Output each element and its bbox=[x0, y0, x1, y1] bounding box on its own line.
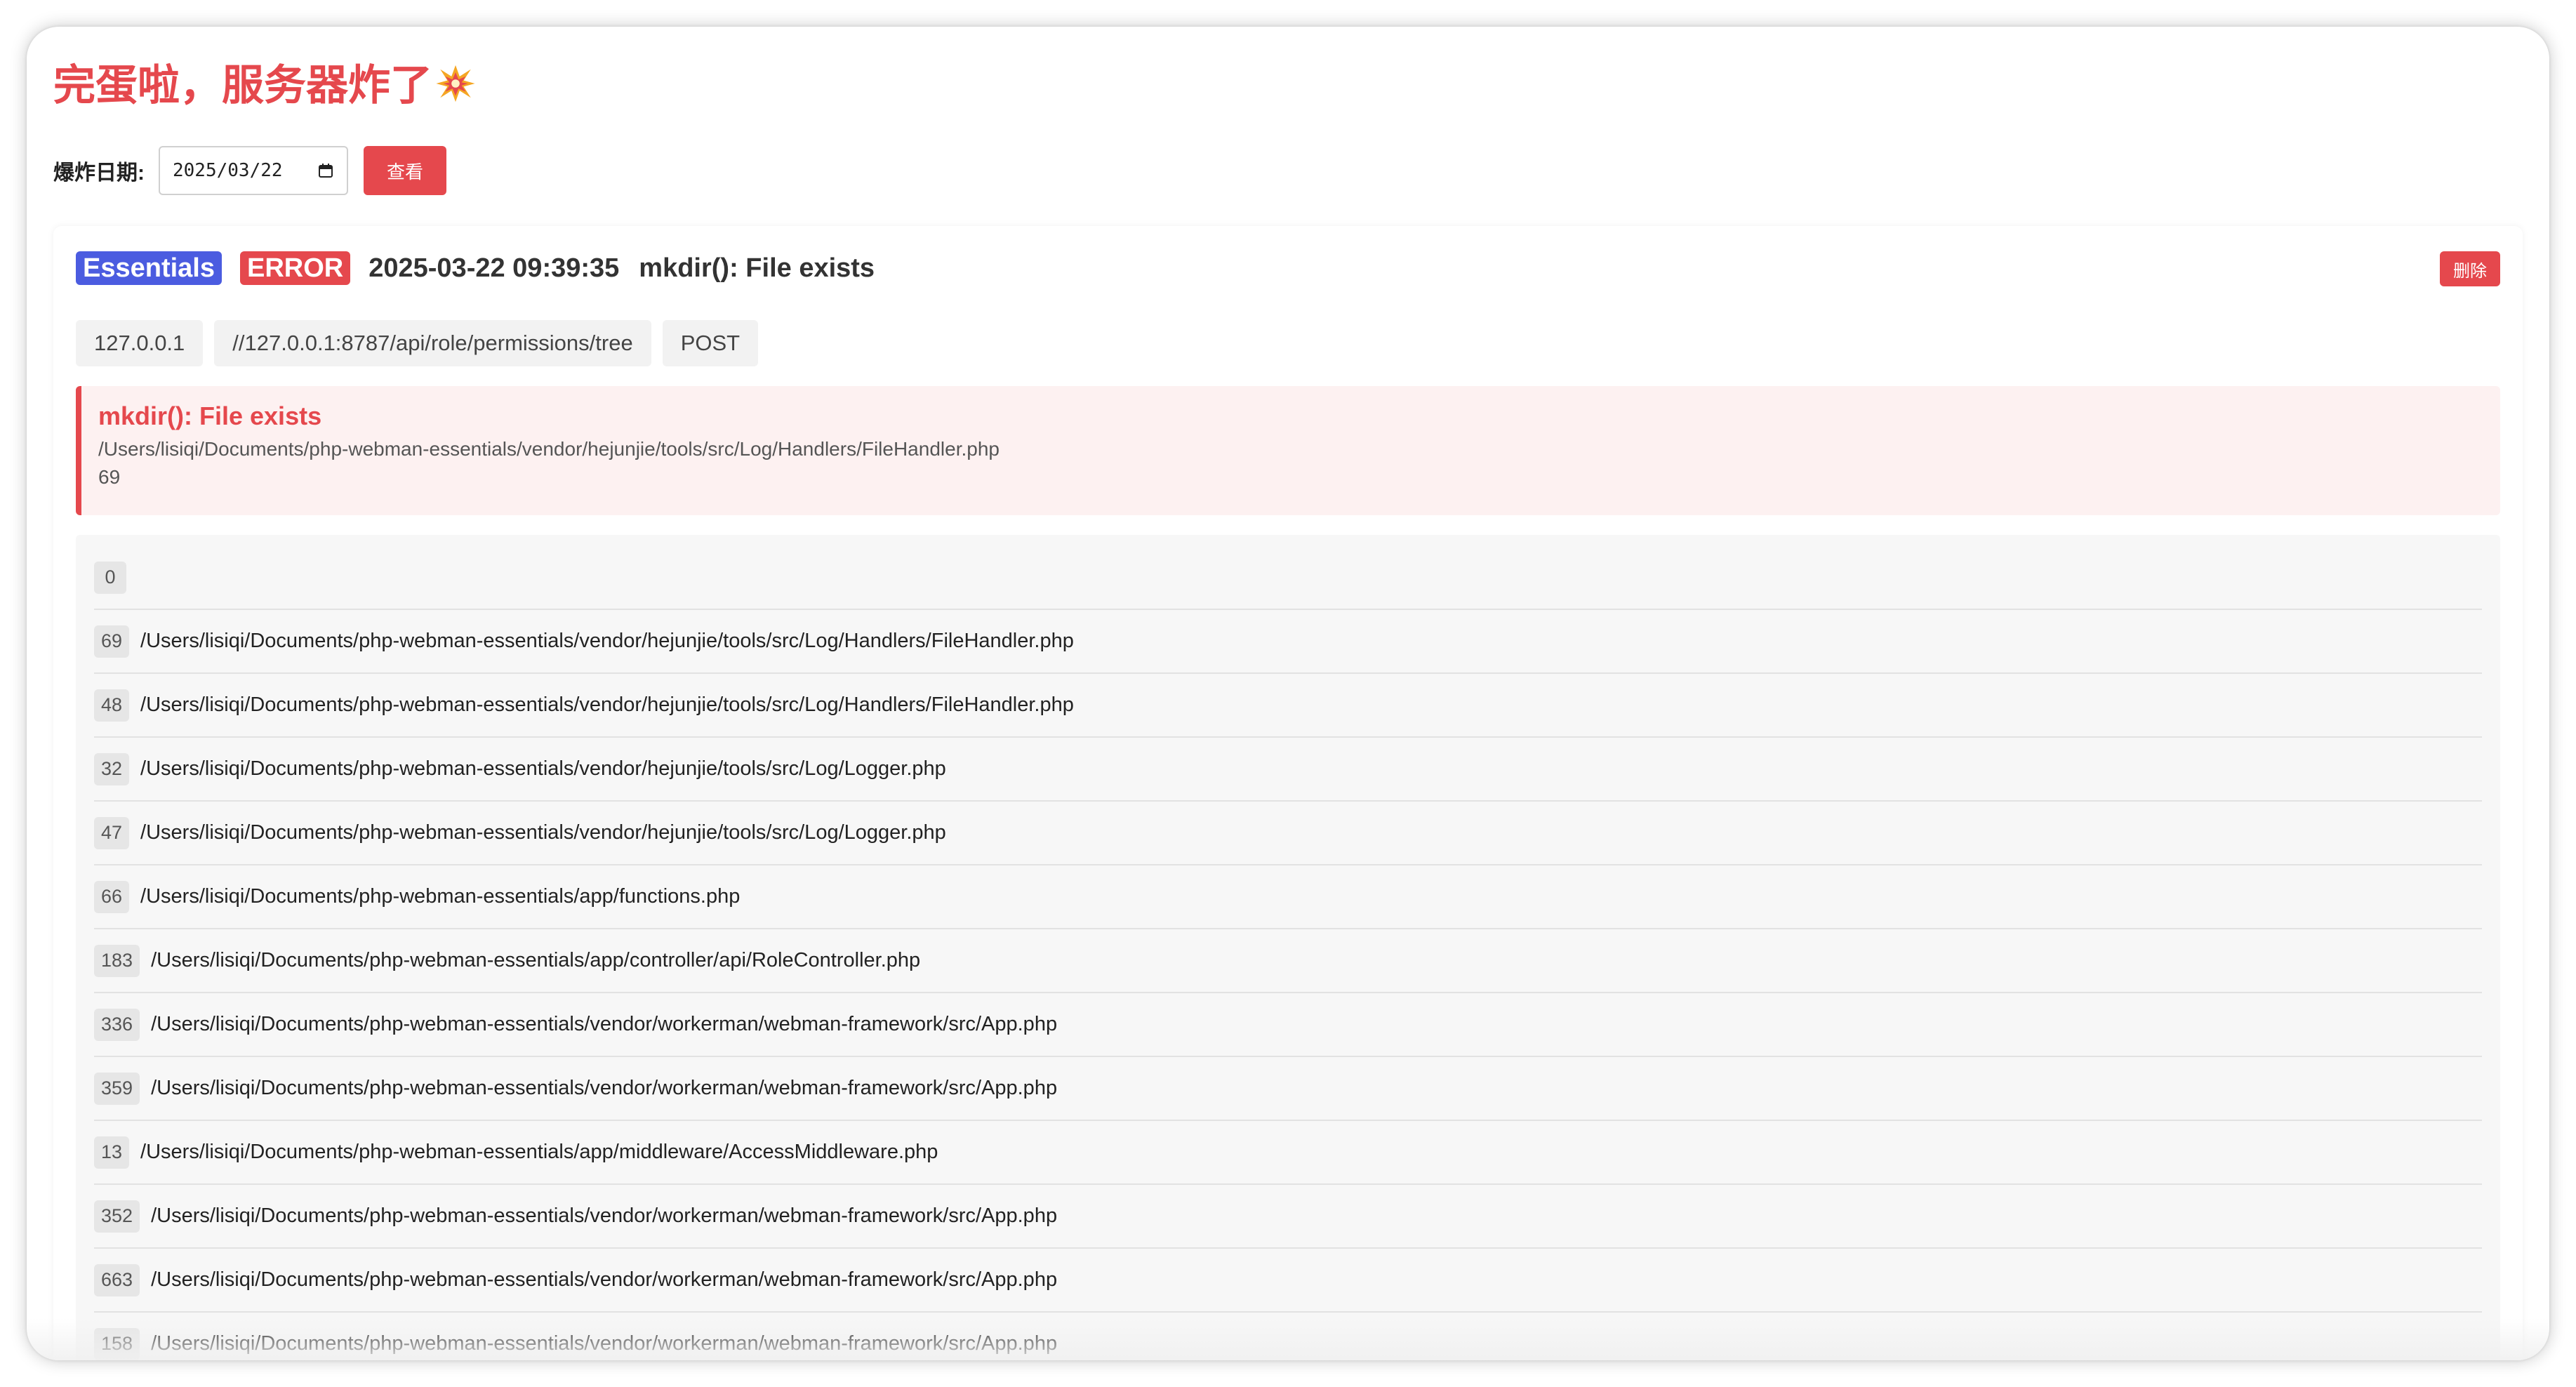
error-title: mkdir(): File exists bbox=[98, 401, 322, 430]
log-message: mkdir(): File exists bbox=[639, 253, 875, 283]
trace-row: 66/Users/lisiqi/Documents/php-webman-ess… bbox=[94, 865, 2482, 929]
error-file: /Users/lisiqi/Documents/php-webman-essen… bbox=[98, 438, 1000, 460]
error-summary: mkdir(): File exists /Users/lisiqi/Docum… bbox=[76, 386, 2500, 515]
trace-line-number: 336 bbox=[94, 1008, 140, 1041]
method-chip: POST bbox=[662, 320, 759, 366]
trace-file-path: /Users/lisiqi/Documents/php-webman-essen… bbox=[140, 694, 1074, 716]
trace-file-path: /Users/lisiqi/Documents/php-webman-essen… bbox=[140, 821, 946, 844]
trace-line-number: 13 bbox=[94, 1136, 130, 1169]
trace-line-number: 69 bbox=[94, 625, 130, 658]
page-title-text: 完蛋啦，服务器炸了 bbox=[53, 62, 432, 109]
delete-button[interactable]: 删除 bbox=[2440, 251, 2500, 286]
date-filter-bar: 爆炸日期: 2025/03/22 查看 bbox=[53, 146, 446, 195]
trace-row: 0 bbox=[94, 546, 2482, 610]
trace-line-number: 66 bbox=[94, 880, 130, 913]
trace-file-path: /Users/lisiqi/Documents/php-webman-essen… bbox=[151, 1204, 1058, 1227]
date-label: 爆炸日期: bbox=[53, 161, 145, 185]
bottom-fade bbox=[27, 1318, 2549, 1360]
view-button[interactable]: 查看 bbox=[364, 146, 446, 195]
trace-file-path: /Users/lisiqi/Documents/php-webman-essen… bbox=[140, 1141, 938, 1163]
trace-line-number: 352 bbox=[94, 1200, 140, 1233]
app-badge: Essentials bbox=[76, 251, 222, 285]
trace-row: 48/Users/lisiqi/Documents/php-webman-ess… bbox=[94, 674, 2482, 738]
trace-file-path: /Users/lisiqi/Documents/php-webman-essen… bbox=[151, 1268, 1058, 1291]
trace-file-path: /Users/lisiqi/Documents/php-webman-essen… bbox=[151, 1077, 1058, 1099]
trace-line-number: 47 bbox=[94, 816, 130, 849]
trace-row: 13/Users/lisiqi/Documents/php-webman-ess… bbox=[94, 1121, 2482, 1185]
trace-file-path: /Users/lisiqi/Documents/php-webman-essen… bbox=[140, 885, 741, 908]
calendar-icon[interactable] bbox=[317, 162, 334, 179]
trace-file-path: /Users/lisiqi/Documents/php-webman-essen… bbox=[140, 630, 1074, 652]
trace-line-number: 663 bbox=[94, 1263, 140, 1296]
trace-row: 183/Users/lisiqi/Documents/php-webman-es… bbox=[94, 929, 2482, 993]
trace-row: 32/Users/lisiqi/Documents/php-webman-ess… bbox=[94, 738, 2482, 802]
trace-row: 47/Users/lisiqi/Documents/php-webman-ess… bbox=[94, 802, 2482, 865]
trace-row: 663/Users/lisiqi/Documents/php-webman-es… bbox=[94, 1249, 2482, 1313]
trace-row: 336/Users/lisiqi/Documents/php-webman-es… bbox=[94, 993, 2482, 1057]
url-chip: //127.0.0.1:8787/api/role/permissions/tr… bbox=[214, 320, 651, 366]
trace-row: 359/Users/lisiqi/Documents/php-webman-es… bbox=[94, 1057, 2482, 1121]
trace-file-path: /Users/lisiqi/Documents/php-webman-essen… bbox=[140, 757, 946, 780]
log-timestamp: 2025-03-22 09:39:35 bbox=[369, 253, 620, 283]
ip-chip: 127.0.0.1 bbox=[76, 320, 204, 366]
page-title: 完蛋啦，服务器炸了 bbox=[53, 59, 476, 112]
trace-line-number: 183 bbox=[94, 944, 140, 977]
error-line: 69 bbox=[98, 466, 121, 488]
app-window: 完蛋啦，服务器炸了 爆炸日期: 2025/03/22 查看 Essentials… bbox=[27, 27, 2549, 1360]
log-card: Essentials ERROR 2025-03-22 09:39:35 mkd… bbox=[53, 226, 2523, 1360]
trace-line-number: 359 bbox=[94, 1072, 140, 1105]
trace-file-path: /Users/lisiqi/Documents/php-webman-essen… bbox=[151, 949, 921, 971]
request-meta: 127.0.0.1 //127.0.0.1:8787/api/role/perm… bbox=[76, 320, 769, 366]
level-badge: ERROR bbox=[240, 251, 351, 285]
stack-trace[interactable]: 0 69/Users/lisiqi/Documents/php-webman-es… bbox=[76, 535, 2500, 1360]
collision-icon bbox=[436, 65, 475, 102]
date-value: 2025/03/22 bbox=[173, 160, 283, 181]
log-header: Essentials ERROR 2025-03-22 09:39:35 mkd… bbox=[76, 250, 875, 286]
trace-row: 69/Users/lisiqi/Documents/php-webman-ess… bbox=[94, 610, 2482, 674]
trace-line-number: 32 bbox=[94, 752, 130, 785]
trace-line-number: 0 bbox=[94, 561, 126, 594]
trace-file-path: /Users/lisiqi/Documents/php-webman-essen… bbox=[151, 1013, 1058, 1035]
date-input[interactable]: 2025/03/22 bbox=[159, 146, 348, 195]
trace-line-number: 48 bbox=[94, 689, 130, 722]
trace-row: 352/Users/lisiqi/Documents/php-webman-es… bbox=[94, 1185, 2482, 1249]
